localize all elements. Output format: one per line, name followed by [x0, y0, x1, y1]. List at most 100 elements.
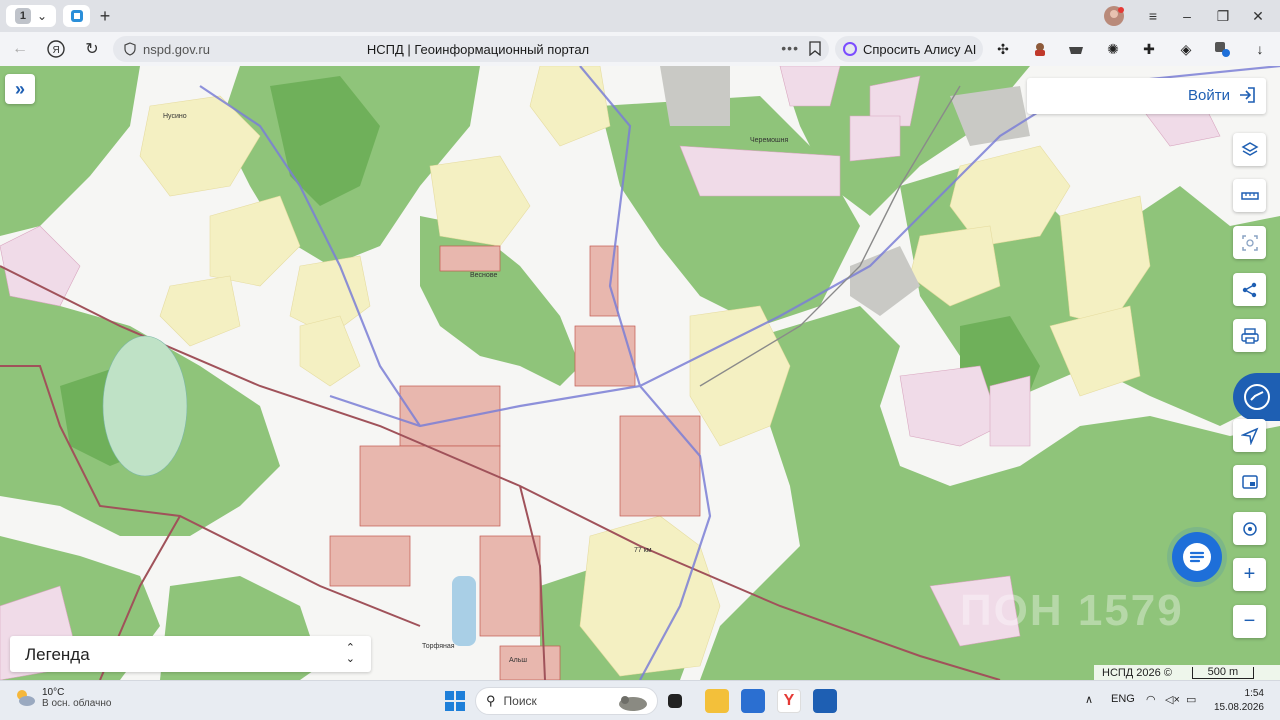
basemap-icon	[1241, 474, 1258, 489]
close-icon[interactable]: ✕	[1243, 6, 1273, 26]
legend-panel[interactable]: Легенда ⌃ ⌄	[10, 636, 371, 672]
new-tab-button[interactable]: +	[94, 5, 116, 27]
legend-label: Легенда	[25, 645, 90, 664]
area-select-icon	[1241, 234, 1258, 251]
clock-time: 1:54	[1244, 688, 1264, 699]
volume-icon[interactable]: ◁×	[1165, 693, 1180, 706]
address-bar[interactable]: nspd.gov.ru НСПД | Геоинформационный пор…	[113, 36, 829, 62]
yandex-logo-icon[interactable]: Я	[44, 38, 68, 60]
site-favicon-icon	[70, 10, 83, 22]
url-text: nspd.gov.ru	[143, 42, 210, 57]
map-attribution: НСПД 2026 © 500 m	[1094, 665, 1280, 680]
double-chevron-right-icon: »	[14, 78, 25, 99]
bookmark-icon[interactable]	[809, 41, 821, 56]
cloudy-sun-icon	[17, 690, 35, 706]
chat-icon	[1183, 543, 1211, 571]
extension-hat-icon[interactable]	[1067, 40, 1085, 58]
extension-person-icon[interactable]	[1031, 40, 1049, 58]
expand-collapse-icon: ⌃ ⌄	[345, 642, 355, 665]
extension-shirt-icon[interactable]: ◈	[1177, 40, 1195, 58]
scale-bar: 500 m	[1191, 666, 1254, 679]
extension-aperture-icon[interactable]: ✺	[1104, 40, 1122, 58]
reload-icon[interactable]: ↻	[80, 38, 104, 60]
place-label-nusino: Нусино	[163, 113, 187, 120]
locate-button[interactable]	[1233, 512, 1266, 545]
place-label-chermoshnya: Черемошня	[750, 137, 789, 144]
area-select-button[interactable]	[1233, 226, 1266, 259]
battery-icon[interactable]: ▭	[1186, 693, 1196, 706]
active-tab[interactable]	[63, 5, 90, 27]
page-title: НСПД | Геоинформационный портал	[366, 42, 590, 57]
word-icon[interactable]	[813, 689, 837, 713]
feedback-tab[interactable]	[1233, 373, 1280, 421]
taskbar-search[interactable]: ⚲ Поиск	[475, 687, 658, 715]
attribution-text: НСПД 2026 ©	[1102, 666, 1172, 679]
print-icon	[1240, 327, 1259, 344]
print-button[interactable]	[1233, 319, 1266, 352]
tab-counter-button[interactable]: 1 ⌄	[6, 5, 56, 27]
map-watermark: ПОН 1579	[960, 586, 1184, 635]
ruler-button[interactable]	[1233, 179, 1266, 212]
expand-panel-button[interactable]: »	[5, 74, 35, 104]
svg-text:Я: Я	[53, 45, 60, 56]
navigate-button[interactable]	[1233, 419, 1266, 452]
ruler-icon	[1240, 191, 1259, 200]
profile-avatar-icon[interactable]	[1103, 5, 1125, 27]
more-icon[interactable]: •••	[781, 40, 799, 56]
browser-toolbar: ← Я ↻ nspd.gov.ru НСПД | Геоинформационн…	[0, 32, 1280, 66]
share-button[interactable]	[1233, 273, 1266, 306]
locate-icon	[1242, 521, 1257, 536]
search-placeholder: Поиск	[503, 694, 537, 708]
login-panel: Войти	[1027, 78, 1266, 114]
extension-translate-icon[interactable]	[1213, 40, 1231, 58]
map-canvas[interactable]: Нусино Черемошня Веснове 77 км Торфяная …	[0, 66, 1280, 680]
weather-temp: 10°C	[42, 687, 65, 698]
yandex-browser-icon[interactable]: Y	[777, 689, 801, 713]
navigation-arrow-icon	[1240, 427, 1258, 445]
chevron-down-icon: ⌄	[36, 9, 48, 23]
zoom-in-button[interactable]: +	[1233, 558, 1266, 591]
back-icon[interactable]: ←	[8, 38, 32, 60]
zoom-out-button[interactable]: −	[1233, 605, 1266, 638]
minimize-icon[interactable]: –	[1172, 6, 1202, 26]
wifi-icon[interactable]: ◠	[1146, 693, 1156, 706]
plus-icon: +	[1243, 563, 1256, 585]
layers-button[interactable]	[1233, 133, 1266, 166]
share-icon	[1242, 282, 1256, 297]
place-label-torfyanaya: Торфяная	[422, 643, 455, 650]
shield-icon	[124, 42, 136, 56]
search-icon: ⚲	[486, 693, 496, 708]
login-icon	[1240, 87, 1255, 103]
tray-chevron-icon[interactable]: ∧	[1085, 693, 1093, 706]
system-clock[interactable]: 1:54 15.08.2026	[1200, 687, 1264, 715]
menu-icon[interactable]: ≡	[1138, 6, 1168, 26]
place-label-77km: 77 км	[634, 547, 652, 554]
search-highlight-icon	[619, 696, 647, 711]
restore-icon[interactable]: ❐	[1208, 6, 1238, 26]
language-indicator[interactable]: ENG	[1111, 693, 1135, 705]
place-label-vesnovo: Веснове	[470, 272, 498, 279]
extension-tools-icon[interactable]: ✣	[994, 40, 1012, 58]
file-explorer-icon[interactable]	[705, 689, 729, 713]
weather-widget[interactable]: 10°C В осн. облачно	[14, 687, 111, 709]
chat-button[interactable]	[1172, 532, 1222, 582]
place-label-alsh: Альш	[509, 657, 528, 664]
windows-taskbar: 10°C В осн. облачно ⚲ Поиск Y ∧ ENG ◠ ◁×…	[0, 680, 1280, 720]
downloads-icon[interactable]: ↓	[1251, 40, 1269, 58]
layers-icon	[1240, 141, 1259, 156]
store-icon[interactable]	[741, 689, 765, 713]
tab-strip: 1 ⌄ + ≡ – ❐ ✕	[0, 0, 1280, 32]
weather-desc: В осн. облачно	[42, 698, 112, 709]
login-button[interactable]: Войти	[1188, 86, 1256, 104]
extensions-puzzle-icon[interactable]: ✚	[1140, 40, 1158, 58]
minus-icon: −	[1243, 610, 1256, 632]
windows-start-icon[interactable]	[444, 690, 466, 712]
taskview-icon[interactable]	[668, 694, 682, 708]
ask-alice-button[interactable]: Спросить Алису AI	[835, 36, 983, 62]
basemap-button[interactable]	[1233, 465, 1266, 498]
feedback-icon	[1243, 384, 1270, 410]
tab-count: 1	[14, 8, 31, 24]
login-label: Войти	[1188, 86, 1230, 104]
alice-icon	[843, 42, 857, 56]
clock-date: 15.08.2026	[1213, 702, 1264, 713]
